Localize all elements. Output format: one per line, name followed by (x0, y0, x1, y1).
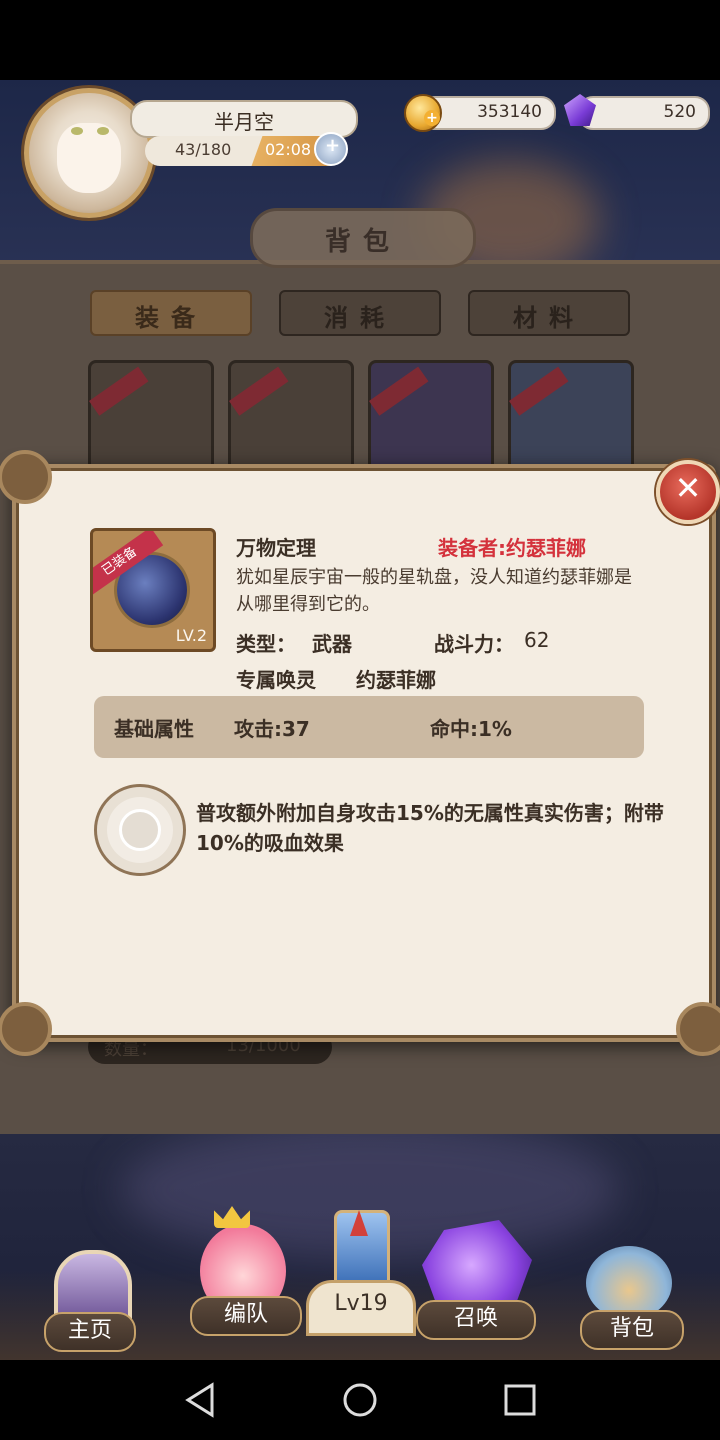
player-name: 半月空 (214, 110, 274, 134)
close-button[interactable]: ✕ (656, 460, 720, 524)
power-value: 62 (524, 628, 550, 652)
type-value: 武器 (312, 632, 352, 656)
attack-stat: 攻击:37 (234, 717, 310, 741)
gem-bar: 520 (578, 96, 710, 130)
item-owner: 装备者:约瑟菲娜 (438, 536, 586, 560)
power-label: 战斗力： (434, 632, 514, 656)
gem-value: 520 (663, 102, 696, 122)
exclusive-value: 约瑟菲娜 (356, 668, 436, 692)
item-slot[interactable] (508, 360, 634, 476)
energy-timer: 02:08 (265, 140, 312, 159)
energy-value: 43/180 (175, 140, 232, 159)
nav-summon[interactable]: 召唤 (410, 1200, 540, 1360)
gold-coin-icon[interactable]: + (404, 94, 442, 132)
item-slot[interactable] (228, 360, 354, 476)
skill-icon (94, 784, 186, 876)
base-attribute-bar: 基础属性 攻击:37 命中:1% (94, 696, 644, 758)
back-icon[interactable] (184, 1382, 216, 1418)
nav-home[interactable]: 主页 (40, 1250, 140, 1352)
bag-icon (586, 1246, 672, 1320)
hit-stat: 命中:1% (430, 717, 512, 741)
item-icon-frame: 已装备 LV.2 (90, 528, 216, 652)
nav-bag[interactable]: 背包 (576, 1240, 686, 1360)
crown-icon (214, 1206, 250, 1228)
item-name: 万物定理 (236, 536, 316, 560)
item-slot[interactable] (368, 360, 494, 476)
tab-materials[interactable]: 材料 (468, 290, 630, 336)
android-nav-bar (0, 1360, 720, 1440)
item-description: 犹如星辰宇宙一般的星轨盘，没人知道约瑟菲娜是从哪里得到它的。 (236, 567, 632, 615)
tab-consumables[interactable]: 消耗 (279, 290, 441, 336)
nav-team[interactable]: 编队 (184, 1196, 304, 1356)
close-icon: ✕ (674, 469, 702, 507)
skill-description: 普攻额外附加自身攻击15%的无属性真实伤害；附带10%的吸血效果 (196, 801, 664, 855)
exclusive-label: 专属唤灵 (236, 668, 316, 692)
player-level: Lv19 (334, 1291, 388, 1316)
nav-bag-label: 背包 (580, 1310, 684, 1350)
item-slot[interactable] (88, 360, 214, 476)
recents-icon[interactable] (504, 1384, 536, 1416)
type-label: 类型： (236, 632, 296, 656)
player-level-badge[interactable]: Lv19 (306, 1280, 416, 1336)
gold-value: 353140 (477, 102, 542, 122)
item-level: LV.2 (175, 626, 207, 645)
base-attribute-label: 基础属性 (114, 717, 194, 741)
game-screen: 半月空 43/180 02:08 + 353140 + 520 背包 装备 消耗… (0, 80, 720, 1360)
home-circle-icon[interactable] (342, 1382, 378, 1418)
nav-team-label: 编队 (190, 1296, 302, 1336)
nav-summon-label: 召唤 (416, 1300, 536, 1340)
tab-equipment[interactable]: 装备 (90, 290, 252, 336)
add-energy-button[interactable]: + (314, 132, 348, 166)
backpack-title: 背包 (250, 208, 476, 268)
nav-home-label: 主页 (44, 1312, 136, 1352)
status-bar (0, 0, 720, 80)
